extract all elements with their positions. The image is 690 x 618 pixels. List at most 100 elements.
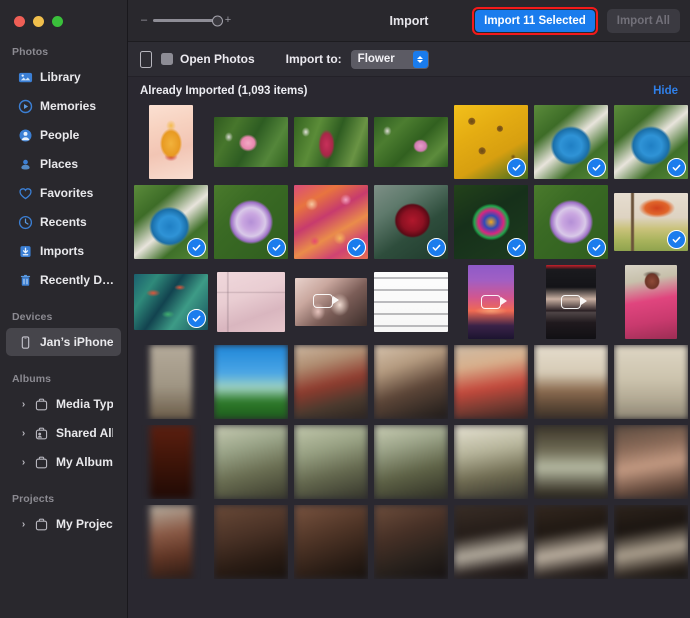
blurred-item[interactable] (374, 425, 448, 499)
sidebar-item-recently-d[interactable]: Recently D… (6, 266, 121, 294)
blurred-item[interactable] (214, 425, 288, 499)
photo-cell[interactable] (374, 185, 448, 259)
chevron-right-icon[interactable]: › (18, 519, 29, 530)
photo-cell[interactable] (214, 425, 288, 499)
video-thumbnail-child[interactable] (295, 278, 367, 326)
photo-cell[interactable] (374, 505, 448, 579)
zoom-button[interactable] (52, 15, 63, 27)
photo-cell[interactable] (294, 265, 368, 339)
sidebar-item-my-projects[interactable]: › My Projects (6, 510, 121, 538)
blurred-item[interactable] (614, 425, 688, 499)
photo-cell[interactable] (534, 345, 608, 419)
photo-cell[interactable] (294, 505, 368, 579)
photo-cell[interactable] (214, 185, 288, 259)
blurred-item[interactable] (374, 345, 448, 419)
close-button[interactable] (14, 15, 25, 27)
blurred-item[interactable] (534, 505, 608, 579)
blurred-item[interactable] (150, 425, 192, 499)
photo-cell[interactable] (134, 345, 208, 419)
blurred-item[interactable] (214, 505, 288, 579)
selected-checkmark-icon[interactable] (187, 238, 206, 257)
photo-cell[interactable] (454, 185, 528, 259)
sidebar-item-recents[interactable]: Recents (6, 208, 121, 236)
sidebar-item-people[interactable]: People (6, 121, 121, 149)
photo-cell[interactable] (134, 425, 208, 499)
chevron-updown-icon[interactable] (412, 50, 428, 68)
person-pink-shirt[interactable] (625, 265, 677, 339)
open-photos-checkbox[interactable]: Open Photos (161, 52, 255, 66)
selected-checkmark-icon[interactable] (267, 238, 286, 257)
selected-checkmark-icon[interactable] (507, 238, 526, 257)
blurred-item[interactable] (454, 345, 528, 419)
selected-checkmark-icon[interactable] (507, 158, 526, 177)
photo-cell[interactable] (134, 265, 208, 339)
blurred-item[interactable] (150, 345, 192, 419)
blurred-item[interactable] (454, 505, 528, 579)
photo-cell[interactable] (374, 425, 448, 499)
hide-link[interactable]: Hide (653, 85, 678, 97)
photo-cell[interactable] (454, 105, 528, 179)
checkbox-box[interactable] (161, 53, 173, 65)
sidebar-item-library[interactable]: Library (6, 63, 121, 91)
photo-cell[interactable] (134, 105, 208, 179)
sidebar-item-memories[interactable]: Memories (6, 92, 121, 120)
blurred-item[interactable] (214, 345, 288, 419)
sidebar-item-places[interactable]: Places (6, 150, 121, 178)
sidebar-item-shared-alb[interactable]: › Shared Alb… (6, 419, 121, 447)
violet-flower-leaves[interactable] (374, 117, 448, 167)
photo-cell[interactable] (534, 265, 608, 339)
photo-cell[interactable] (614, 505, 688, 579)
screenshot-white-list[interactable] (374, 272, 448, 332)
zoom-slider[interactable]: – + (140, 15, 232, 26)
zoom-out-icon[interactable]: – (140, 15, 148, 26)
import-selected-button[interactable]: Import 11 Selected (475, 9, 595, 32)
photo-cell[interactable] (454, 265, 528, 339)
blurred-item[interactable] (294, 345, 368, 419)
chevron-right-icon[interactable]: › (18, 428, 29, 439)
photo-cell[interactable] (214, 105, 288, 179)
photo-cell[interactable] (134, 185, 208, 259)
photo-cell[interactable] (374, 105, 448, 179)
chevron-right-icon[interactable]: › (18, 457, 29, 468)
photo-cell[interactable] (214, 265, 288, 339)
photo-cell[interactable] (214, 345, 288, 419)
photo-cell[interactable] (534, 105, 608, 179)
zoom-in-icon[interactable]: + (224, 15, 232, 26)
photo-cell[interactable] (614, 265, 688, 339)
sidebar-item-jan-s-iphone[interactable]: Jan’s iPhone (6, 328, 121, 356)
blurred-item[interactable] (294, 425, 368, 499)
photo-cell[interactable] (454, 425, 528, 499)
blurred-item[interactable] (614, 345, 688, 419)
import-to-select[interactable]: Flower (350, 49, 429, 69)
selected-checkmark-icon[interactable] (667, 230, 686, 249)
photo-cell[interactable] (534, 185, 608, 259)
minimize-button[interactable] (33, 15, 44, 27)
red-tropical-plant[interactable] (294, 117, 368, 167)
photo-cell[interactable] (454, 345, 528, 419)
photo-grid[interactable] (128, 105, 690, 618)
photo-cell[interactable] (294, 345, 368, 419)
blurred-item[interactable] (150, 505, 192, 579)
sidebar-item-favorites[interactable]: Favorites (6, 179, 121, 207)
blurred-item[interactable] (294, 505, 368, 579)
photo-cell[interactable] (374, 265, 448, 339)
video-sunset-sky[interactable] (468, 265, 514, 339)
photo-cell[interactable] (614, 105, 688, 179)
sidebar-item-imports[interactable]: Imports (6, 237, 121, 265)
photo-cell[interactable] (614, 185, 688, 259)
photo-cell[interactable] (374, 345, 448, 419)
blurred-item[interactable] (614, 505, 688, 579)
photo-cell[interactable] (614, 345, 688, 419)
blurred-item[interactable] (534, 425, 608, 499)
photo-cell[interactable] (614, 425, 688, 499)
chevron-right-icon[interactable]: › (18, 399, 29, 410)
pink-flower-foliage[interactable] (214, 117, 288, 167)
sidebar-item-my-albums[interactable]: › My Albums (6, 448, 121, 476)
photo-cell[interactable] (134, 505, 208, 579)
zoom-slider-knob[interactable] (212, 15, 223, 26)
selected-checkmark-icon[interactable] (587, 238, 606, 257)
photo-cell[interactable] (534, 425, 608, 499)
selected-checkmark-icon[interactable] (667, 158, 686, 177)
blurred-item[interactable] (534, 345, 608, 419)
photo-cell[interactable] (214, 505, 288, 579)
